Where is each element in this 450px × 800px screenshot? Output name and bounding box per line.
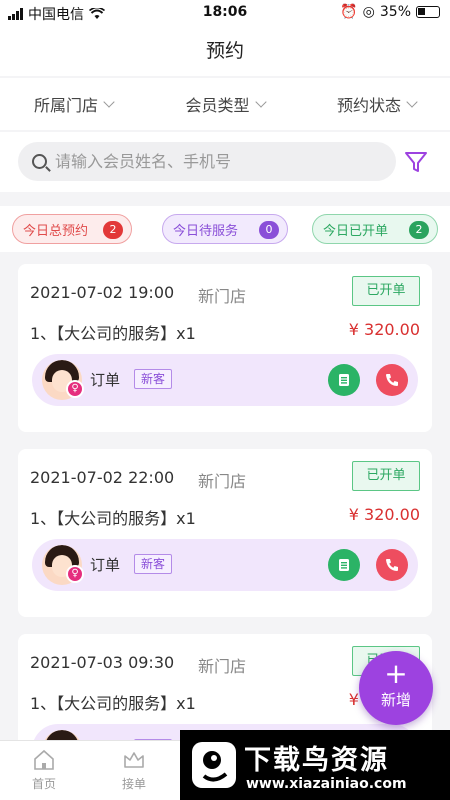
- today-pending-pill[interactable]: 今日待服务 0: [162, 214, 288, 244]
- chevron-down-icon: [254, 95, 267, 108]
- today-opened-pill[interactable]: 今日已开单 2: [312, 214, 438, 244]
- call-button[interactable]: [376, 364, 408, 396]
- count-badge: 2: [409, 221, 429, 239]
- new-customer-tag: 新客: [134, 369, 173, 389]
- count-badge: 0: [259, 221, 279, 239]
- member-type-filter[interactable]: 会员类型: [185, 92, 267, 116]
- phone-icon: [386, 559, 398, 571]
- store-filter[interactable]: 所属门店: [34, 92, 115, 116]
- chevron-down-icon: [406, 95, 418, 108]
- status-bar: 中国电信 18:06 ⏰ ◎ 35%: [0, 0, 450, 26]
- search-row: [0, 132, 450, 192]
- member-strip: ♀ 订单 新客: [32, 539, 418, 591]
- search-icon: [32, 154, 47, 169]
- new-customer-tag: 新客: [134, 554, 173, 574]
- crown-icon: [124, 752, 144, 768]
- search-input[interactable]: [55, 152, 355, 171]
- tab-receive[interactable]: 接单: [104, 747, 164, 792]
- page-title: 预约: [0, 26, 450, 76]
- battery-percent: 35%: [379, 4, 411, 20]
- order-label: 订单: [90, 371, 121, 389]
- watermark-url: www.xiazainiao.com: [246, 776, 407, 792]
- appointment-datetime: 2021-07-02 22:00: [30, 468, 175, 487]
- service-item: 1、【大公司的服务】x1: [30, 694, 196, 713]
- add-appointment-button[interactable]: + 新增: [359, 651, 433, 725]
- member-strip: ♀ 订单 新客: [32, 354, 418, 406]
- today-total-pill[interactable]: 今日总预约 2: [12, 214, 132, 244]
- rotation-lock-icon: ◎: [362, 4, 375, 20]
- today-stats: 今日总预约 2 今日待服务 0 今日已开单 2: [0, 206, 450, 252]
- price: ¥ 320.00: [348, 505, 420, 524]
- status-tag: 已开单: [352, 276, 420, 306]
- service-item: 1、【大公司的服务】x1: [30, 509, 196, 528]
- phone-icon: [386, 374, 398, 386]
- appointment-card[interactable]: 2021-07-02 19:00 新门店 已开单 1、【大公司的服务】x1 ¥ …: [18, 264, 432, 432]
- plus-icon: +: [384, 657, 408, 690]
- appointment-datetime: 2021-07-02 19:00: [30, 283, 175, 302]
- tab-home[interactable]: 首页: [14, 747, 74, 792]
- status-tag: 已开单: [352, 461, 420, 491]
- appointment-datetime: 2021-07-03 09:30: [30, 653, 175, 672]
- service-item: 1、【大公司的服务】x1: [30, 324, 196, 343]
- price: ¥ 320.00: [348, 320, 420, 339]
- search-box[interactable]: [18, 142, 396, 181]
- alarm-icon: ⏰: [340, 4, 358, 20]
- battery-icon: [416, 6, 440, 18]
- watermark-brand: 下载鸟资源: [244, 745, 389, 776]
- female-icon: ♀: [66, 565, 84, 583]
- store-name: 新门店: [198, 657, 247, 676]
- store-name: 新门店: [198, 287, 247, 306]
- female-icon: ♀: [66, 380, 84, 398]
- appointment-card[interactable]: 2021-07-02 22:00 新门店 已开单 1、【大公司的服务】x1 ¥ …: [18, 449, 432, 617]
- home-icon: [34, 749, 54, 770]
- funnel-filter-icon[interactable]: [404, 150, 428, 174]
- document-icon: [339, 374, 349, 386]
- store-name: 新门店: [198, 472, 247, 491]
- booking-status-filter[interactable]: 预约状态: [337, 92, 418, 116]
- document-icon: [339, 559, 349, 571]
- bird-logo-icon: [192, 742, 236, 788]
- filter-bar: 所属门店 会员类型 预约状态: [0, 78, 450, 130]
- order-detail-button[interactable]: [328, 364, 360, 396]
- count-badge: 2: [103, 221, 123, 239]
- call-button[interactable]: [376, 549, 408, 581]
- order-detail-button[interactable]: [328, 549, 360, 581]
- chevron-down-icon: [103, 95, 115, 108]
- order-label: 订单: [90, 556, 121, 574]
- watermark: 下载鸟资源 www.xiazainiao.com: [180, 730, 450, 800]
